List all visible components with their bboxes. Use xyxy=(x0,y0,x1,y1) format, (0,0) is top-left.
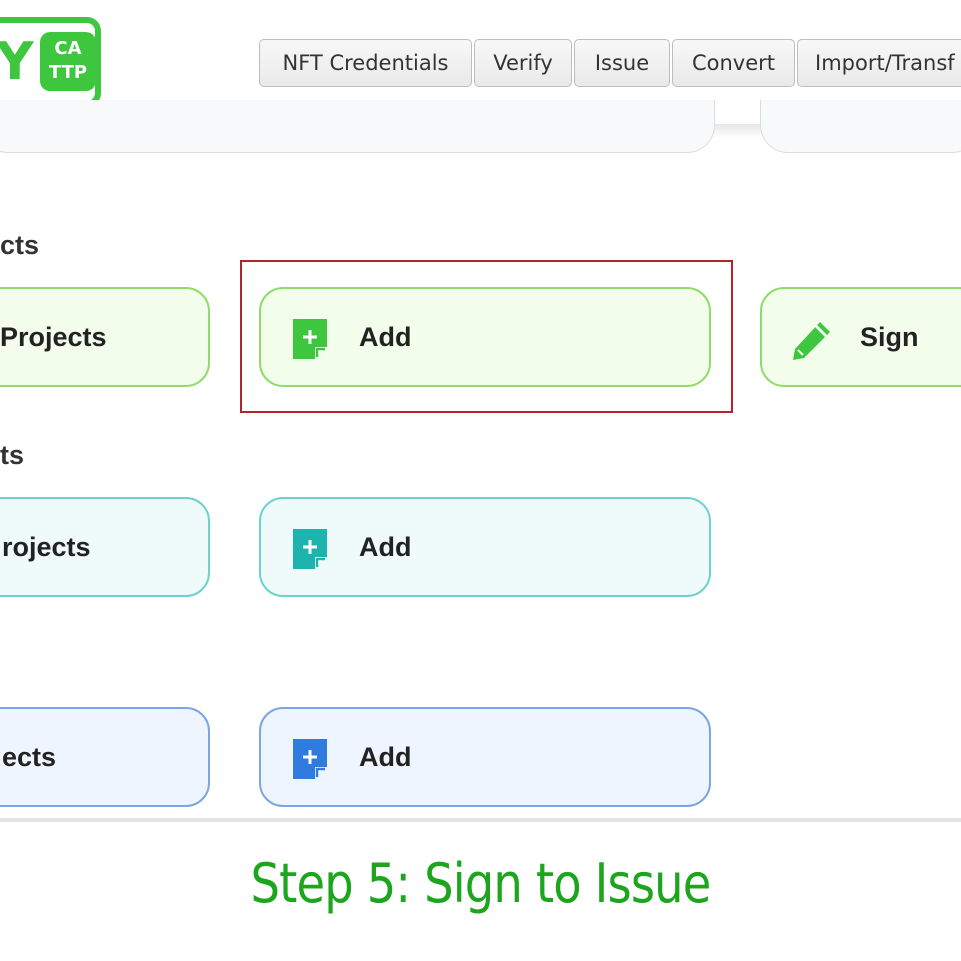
add-card-2[interactable]: Add xyxy=(259,497,711,597)
caption-text: Step 5: Sign to Issue xyxy=(250,852,712,915)
sign-card[interactable]: Sign xyxy=(760,287,961,387)
card-label: Projects xyxy=(0,321,107,352)
pencil-icon xyxy=(793,322,830,360)
tab-nft-credentials[interactable]: NFT Credentials xyxy=(259,39,472,87)
projects-card-3[interactable]: ects xyxy=(0,707,210,807)
card-partial-top-left[interactable] xyxy=(0,100,715,153)
projects-card-2[interactable]: rojects xyxy=(0,497,210,597)
tab-import-transfer[interactable]: Import/Transf xyxy=(797,39,961,87)
card-label: Add xyxy=(359,741,412,772)
add-card-3[interactable]: Add xyxy=(259,707,711,807)
logo-badge: CA TTP xyxy=(40,32,96,91)
card-label: Sign xyxy=(860,321,919,352)
logo-badge-line2: TTP xyxy=(48,62,88,83)
card-label: rojects xyxy=(2,531,91,562)
tab-issue[interactable]: Issue xyxy=(574,39,670,87)
logo-letter: Y xyxy=(0,32,34,92)
card-label: Add xyxy=(359,531,412,562)
add-document-icon xyxy=(293,739,327,779)
caption-bar: Step 5: Sign to Issue xyxy=(0,818,961,961)
card-label: ects xyxy=(2,741,57,772)
tab-verify[interactable]: Verify xyxy=(474,39,572,87)
section-title-1: cts xyxy=(0,230,40,260)
projects-card-1[interactable]: Projects xyxy=(0,287,210,387)
section-title-2: ts xyxy=(0,440,25,470)
tab-convert[interactable]: Convert xyxy=(672,39,795,87)
highlight-box xyxy=(240,260,733,413)
logo-badge-line1: CA xyxy=(54,38,82,59)
add-document-icon xyxy=(293,529,327,569)
app-logo[interactable]: Y CA TTP xyxy=(0,17,101,107)
card-partial-top-right[interactable] xyxy=(760,100,961,153)
